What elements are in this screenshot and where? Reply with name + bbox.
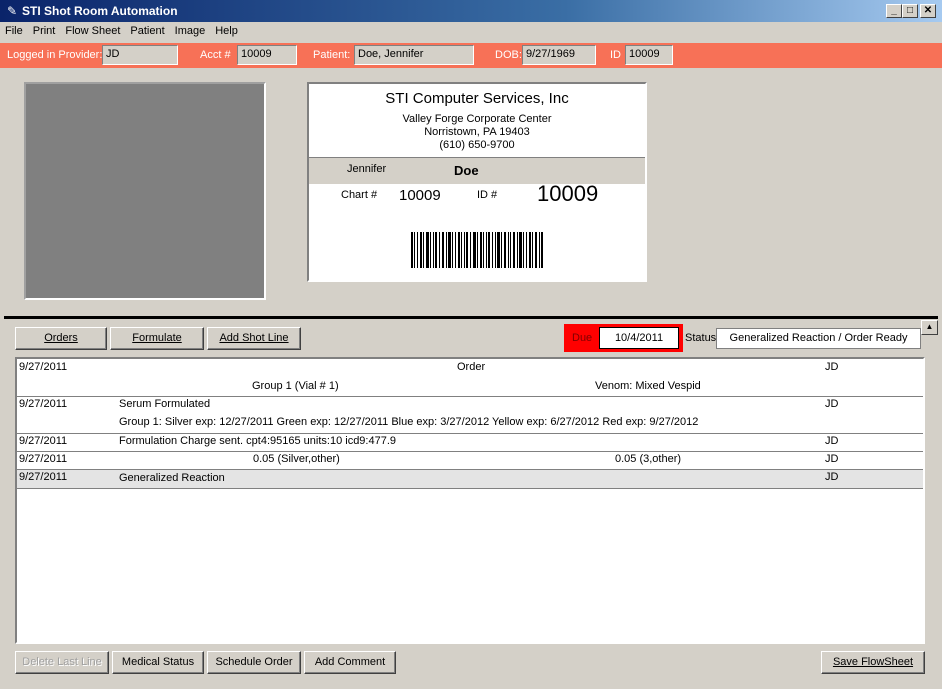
row-dose-left: 0.05 (Silver,other) [253, 453, 340, 465]
table-row[interactable]: 9/27/2011 Generalized Reaction JD [17, 470, 923, 489]
row-user: JD [825, 453, 839, 465]
card-company: STI Computer Services, Inc [385, 90, 569, 107]
id-label: ID [610, 49, 621, 61]
maximize-button[interactable]: □ [902, 4, 918, 18]
provider-label: Logged in Provider: [7, 49, 103, 61]
row-user: JD [825, 361, 839, 373]
patient-field: Doe, Jennifer [354, 45, 474, 65]
row-dose-right: 0.05 (3,other) [615, 453, 682, 465]
close-button[interactable]: ✕ [920, 4, 936, 18]
save-flowsheet-button-label: Save FlowSheet [832, 656, 914, 668]
card-id-label: ID # [477, 189, 498, 201]
row-date: 9/27/2011 [19, 471, 68, 483]
dob-field: 9/27/1969 [522, 45, 596, 65]
formulate-button-label: Formulate [132, 332, 182, 344]
menu-help[interactable]: Help [210, 22, 243, 37]
delete-last-line-button[interactable]: Delete Last Line [15, 651, 109, 674]
row-text: Formulation Charge sent. cpt4:95165 unit… [119, 435, 397, 447]
due-date-field[interactable]: 10/4/2011 [599, 327, 679, 349]
row-date: 9/27/2011 [19, 435, 68, 447]
table-row[interactable]: 9/27/2011 Serum Formulated JD Group 1: S… [17, 397, 923, 434]
menu-print[interactable]: Print [28, 22, 61, 37]
card-address-line2: Norristown, PA 19403 [424, 126, 530, 138]
menu-flow-sheet[interactable]: Flow Sheet [60, 22, 125, 37]
orders-button[interactable]: Orders [15, 327, 107, 350]
due-label: Due [572, 332, 593, 344]
card-first-name: Jennifer [347, 163, 387, 175]
provider-field: JD [102, 45, 178, 65]
row-text: Generalized Reaction [119, 472, 225, 484]
pencil-icon: ✎ [6, 4, 18, 18]
patient-photo[interactable] [24, 82, 266, 300]
card-chart-label: Chart # [341, 189, 378, 201]
dob-label: DOB: [495, 49, 522, 61]
menu-image[interactable]: Image [170, 22, 211, 37]
orders-button-label: Orders [44, 332, 78, 344]
card-last-name: Doe [454, 163, 479, 178]
add-shot-line-button-label: Add Shot Line [219, 332, 289, 344]
row-date: 9/27/2011 [19, 453, 68, 465]
row-text: Serum Formulated [119, 398, 211, 410]
scroll-up-arrow-icon[interactable]: ▲ [921, 320, 938, 335]
card-address-line1: Valley Forge Corporate Center [402, 113, 552, 125]
section-divider[interactable] [4, 316, 938, 319]
acct-field: 10009 [237, 45, 297, 65]
row-date: 9/27/2011 [19, 398, 68, 410]
table-row[interactable]: 9/27/2011 Order JD Group 1 (Vial # 1) Ve… [17, 359, 923, 397]
table-row[interactable]: 9/27/2011 Formulation Charge sent. cpt4:… [17, 434, 923, 452]
add-comment-button[interactable]: Add Comment [304, 651, 396, 674]
menu-bar: File Print Flow Sheet Patient Image Help [0, 22, 942, 42]
save-flowsheet-button[interactable]: Save FlowSheet [821, 651, 925, 674]
menu-file[interactable]: File [0, 22, 28, 37]
row-venom: Venom: Mixed Vespid [595, 380, 701, 392]
row-user: JD [825, 471, 839, 483]
status-label: Status [685, 332, 717, 344]
row-entry-type: Order [457, 361, 486, 373]
row-user: JD [825, 398, 839, 410]
card-phone: (610) 650-9700 [439, 139, 515, 151]
acct-label: Acct # [200, 49, 231, 61]
barcode [411, 232, 543, 268]
card-chart-value: 10009 [399, 187, 441, 204]
add-shot-line-button[interactable]: Add Shot Line [207, 327, 301, 350]
flowsheet-grid[interactable]: 9/27/2011 Order JD Group 1 (Vial # 1) Ve… [15, 357, 925, 644]
patient-id-card: STI Computer Services, Inc Valley Forge … [307, 82, 647, 282]
status-field: Generalized Reaction / Order Ready [716, 328, 921, 349]
patient-label: Patient: [313, 49, 351, 61]
medical-status-button[interactable]: Medical Status [112, 651, 204, 674]
id-field: 10009 [625, 45, 673, 65]
menu-patient[interactable]: Patient [125, 22, 169, 37]
row-group: Group 1 (Vial # 1) [252, 380, 339, 392]
row-user: JD [825, 435, 839, 447]
minimize-button[interactable]: _ [886, 4, 902, 18]
window-title: STI Shot Room Automation [22, 4, 178, 18]
schedule-order-button[interactable]: Schedule Order [207, 651, 301, 674]
row-date: 9/27/2011 [19, 361, 68, 373]
table-row[interactable]: 9/27/2011 0.05 (Silver,other) 0.05 (3,ot… [17, 452, 923, 470]
formulate-button[interactable]: Formulate [110, 327, 204, 350]
row-detail: Group 1: Silver exp: 12/27/2011 Green ex… [119, 416, 699, 428]
card-id-value: 10009 [537, 181, 599, 206]
